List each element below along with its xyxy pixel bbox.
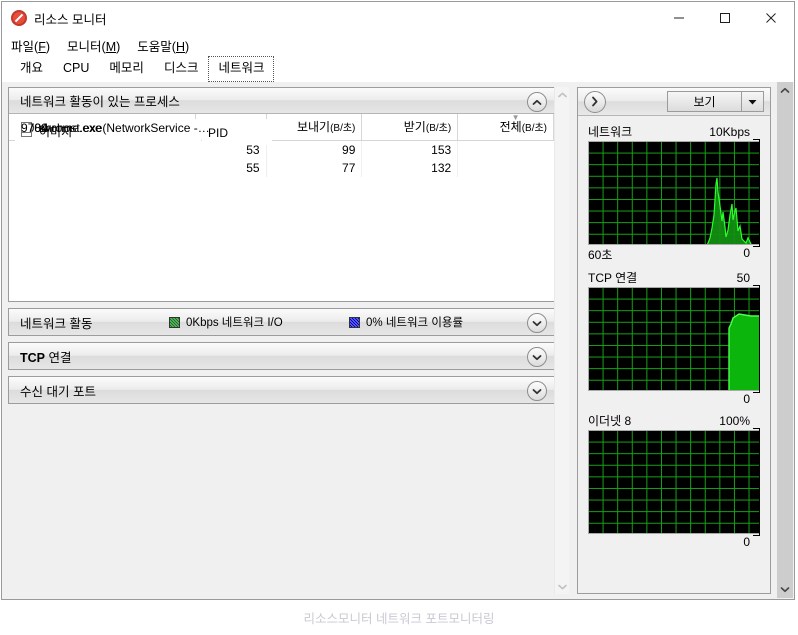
graph-network-foot: 60초 0	[588, 246, 760, 263]
graph-ethernet-title: 이더넷 8	[588, 414, 632, 428]
graph-network-head: 네트워크 10Kbps	[588, 123, 760, 140]
legend-network-io-label: 0Kbps 네트워크 I/O	[186, 317, 283, 329]
section-processes-title: 네트워크 활동이 있는 프로세스	[20, 95, 180, 109]
resource-monitor-window: 리소스 모니터 파일(F) 모니터(M) 도움말(H) 개요 CPU 메모리 디…	[1, 1, 795, 600]
section-activity-header[interactable]: 네트워크 활동 0Kbps 네트워크 I/O 0% 네트워크 이용률	[9, 309, 554, 335]
tab-strip: 개요 CPU 메모리 디스크 네트워크	[2, 56, 794, 82]
graph-tcp-title: TCP 연결	[588, 271, 638, 285]
graph-tcp-min: 0	[743, 392, 750, 406]
menu-help-accel: H	[175, 39, 185, 54]
menu-monitor-label: 모니터	[67, 39, 102, 54]
scroll-down-icon[interactable]	[555, 579, 569, 594]
graph-network-title: 네트워크	[588, 125, 633, 139]
close-button[interactable]	[748, 2, 794, 34]
section-network-processes: 네트워크 활동이 있는 프로세스 이미지 PID 보내기(B/초) 받기(B/초…	[8, 87, 555, 302]
minimize-button[interactable]	[656, 2, 702, 34]
right-graph-panel: 보기 네트워크 10Kbps 60초 0 TCP 연결 50 0 이더넷 8 1…	[577, 87, 771, 594]
graph-ethernet-max: 100%	[719, 414, 750, 428]
section-activity-title: 네트워크 활동	[20, 316, 93, 331]
graph-ethernet-plot[interactable]	[588, 430, 760, 534]
menu-file-label: 파일	[11, 39, 35, 54]
graph-tcp-series	[728, 313, 759, 390]
section-tcp-title-rest: 연결	[45, 350, 72, 365]
left-panel-scrollbar[interactable]	[554, 87, 569, 594]
graph-tcp-wrap	[588, 285, 760, 393]
prohibited-circle-icon	[11, 10, 27, 26]
graph-tcp-max: 50	[736, 271, 750, 285]
section-processes-header[interactable]: 네트워크 활동이 있는 프로세스	[9, 88, 554, 114]
graph-network-plot[interactable]	[588, 141, 760, 245]
graph-tcp-scale-bracket	[753, 285, 760, 393]
menu-monitor[interactable]: 모니터(M)	[67, 36, 120, 55]
scroll-up-icon[interactable]	[555, 87, 569, 102]
graph-list: 네트워크 10Kbps 60초 0 TCP 연결 50 0 이더넷 8 100%…	[578, 117, 770, 593]
view-dropdown-label: 보기	[693, 95, 716, 109]
graph-ethernet-min: 0	[743, 535, 750, 549]
content-area: 네트워크 활동이 있는 프로세스 이미지 PID 보내기(B/초) 받기(B/초…	[2, 82, 794, 599]
menu-bar: 파일(F) 모니터(M) 도움말(H)	[2, 34, 794, 56]
graph-grid	[589, 431, 759, 533]
menu-file[interactable]: 파일(F)	[11, 36, 50, 55]
graph-ethernet: 이더넷 8 100% 0	[588, 412, 760, 549]
process-table: 이미지 PID 보내기(B/초) 받기(B/초) ▼ 전체(B/초) svcho…	[9, 114, 554, 177]
graph-toolbar: 보기	[578, 88, 770, 116]
image-caption: 리소스모니터 네트워크 포트모니터링	[303, 612, 495, 626]
caret-down-icon[interactable]	[741, 92, 763, 111]
tab-overview[interactable]: 개요	[10, 56, 53, 82]
graph-network-series	[707, 177, 752, 244]
graph-ethernet-wrap	[588, 428, 760, 536]
graph-tcp-plot[interactable]	[588, 287, 760, 391]
graph-ethernet-foot: 0	[588, 535, 760, 549]
chevron-up-icon[interactable]	[527, 92, 547, 112]
section-tcp-connections: TCP 연결	[8, 342, 555, 370]
tab-disk[interactable]: 디스크	[154, 56, 209, 82]
graph-network-scale-bracket	[753, 139, 760, 247]
graph-network-min: 0	[743, 246, 750, 260]
section-listening-ports: 수신 대기 포트	[8, 376, 555, 404]
graph-tcp: TCP 연결 50 0	[588, 269, 760, 406]
section-ports-header[interactable]: 수신 대기 포트	[9, 377, 554, 403]
section-tcp-title: TCP 연결	[20, 347, 71, 366]
process-table-container: 이미지 PID 보내기(B/초) 받기(B/초) ▼ 전체(B/초) svcho…	[9, 114, 554, 301]
legend-network-utilization: 0% 네트워크 이용률	[349, 314, 463, 330]
menu-help[interactable]: 도움말(H)	[137, 36, 189, 55]
window-controls	[656, 2, 794, 34]
chevron-right-circle-icon[interactable]	[584, 90, 606, 113]
graph-network: 네트워크 10Kbps 60초 0	[588, 123, 760, 263]
window-scrollbar[interactable]	[777, 82, 793, 598]
section-network-activity: 네트워크 활동 0Kbps 네트워크 I/O 0% 네트워크 이용률	[8, 308, 555, 336]
view-dropdown-button[interactable]: 보기	[667, 91, 764, 112]
graph-network-wrap	[588, 139, 760, 247]
legend-swatch-blue-icon	[349, 316, 360, 328]
tab-cpu[interactable]: CPU	[53, 56, 99, 82]
graph-network-max: 10Kbps	[709, 125, 750, 139]
graph-ethernet-head: 이더넷 8 100%	[588, 412, 760, 429]
section-tcp-title-bold: TCP	[20, 350, 45, 365]
menu-monitor-accel: M	[105, 39, 117, 54]
maximize-button[interactable]	[702, 2, 748, 34]
section-tcp-header[interactable]: TCP 연결	[9, 343, 554, 369]
chevron-down-icon[interactable]	[527, 347, 547, 367]
cell-pid: 9784	[15, 119, 554, 296]
scroll-down-icon[interactable]	[777, 581, 793, 598]
menu-help-label: 도움말	[137, 39, 172, 54]
graph-tcp-foot: 0	[588, 392, 760, 406]
chevron-down-icon[interactable]	[527, 381, 547, 401]
section-ports-title: 수신 대기 포트	[20, 384, 96, 399]
tab-memory[interactable]: 메모리	[99, 56, 154, 82]
tab-network[interactable]: 네트워크	[208, 56, 275, 82]
graph-network-time: 60초	[588, 248, 613, 262]
left-panel: 네트워크 활동이 있는 프로세스 이미지 PID 보내기(B/초) 받기(B/초…	[8, 87, 569, 594]
legend-network-utilization-label: 0% 네트워크 이용률	[366, 317, 464, 329]
graph-tcp-head: TCP 연결 50	[588, 269, 760, 286]
table-row[interactable]: chrome.exe 9784 55 77 132	[9, 121, 554, 177]
graph-ethernet-scale-bracket	[753, 428, 760, 536]
chevron-down-icon[interactable]	[527, 313, 547, 333]
window-title: 리소스 모니터	[34, 12, 107, 27]
legend-network-io: 0Kbps 네트워크 I/O	[169, 314, 283, 330]
legend-swatch-green-icon	[169, 316, 180, 328]
scroll-up-icon[interactable]	[777, 82, 793, 99]
title-bar: 리소스 모니터	[2, 2, 794, 34]
menu-file-accel: F	[38, 39, 46, 54]
